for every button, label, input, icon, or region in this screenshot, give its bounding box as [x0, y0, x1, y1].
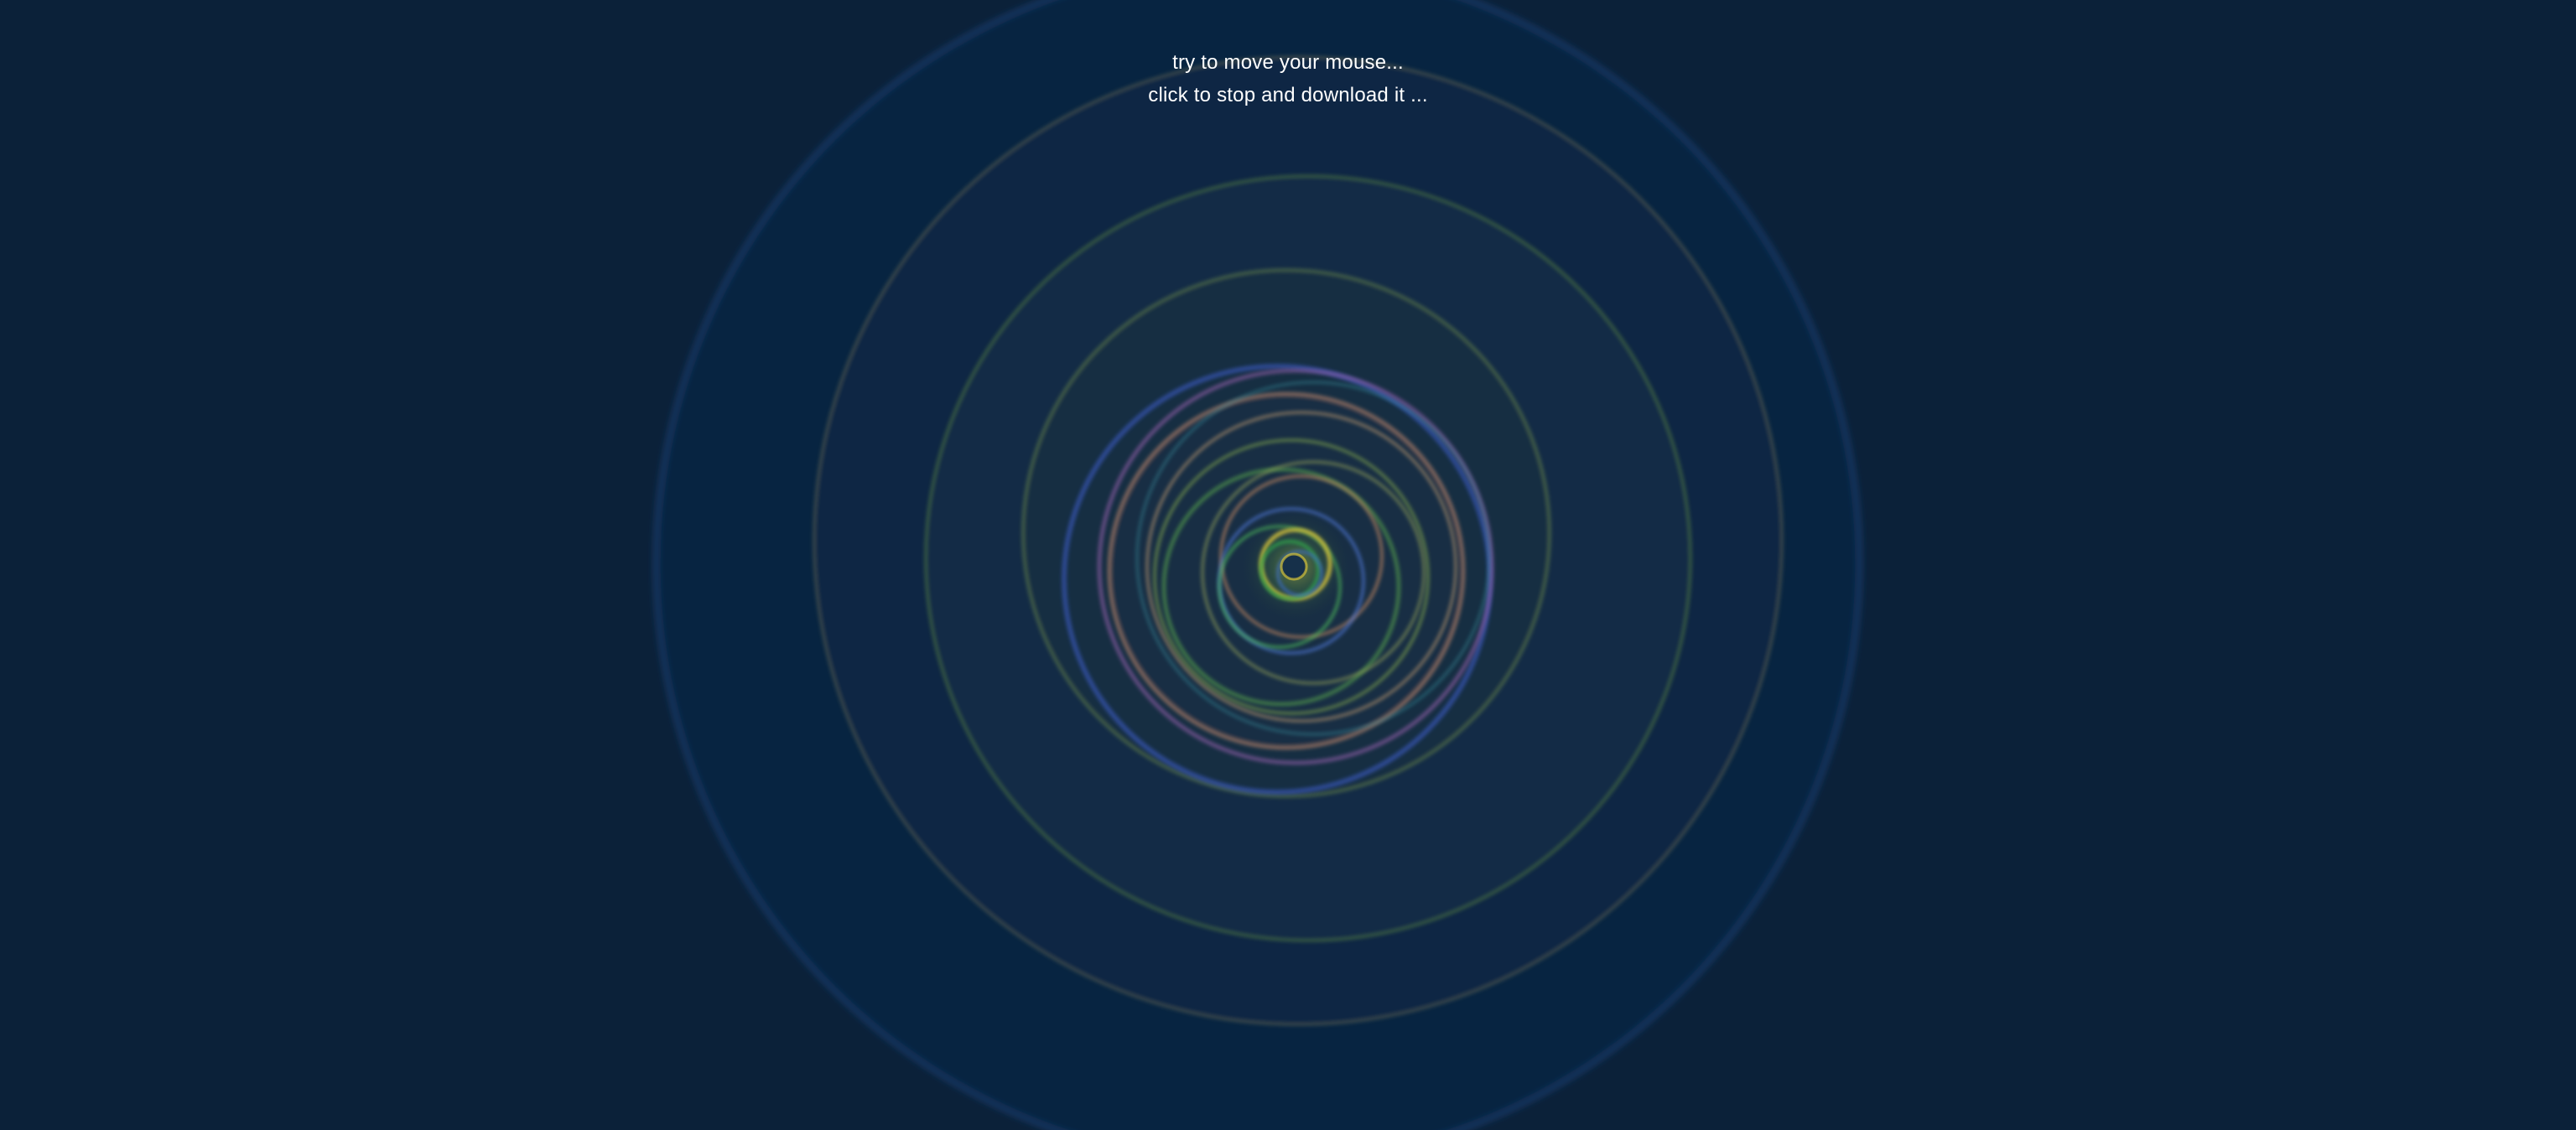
generative-art-stage[interactable]: try to move your mouse... click to stop … [0, 0, 2576, 1130]
concentric-rings-canvas[interactable] [0, 0, 2576, 1130]
core-center [1280, 552, 1308, 581]
